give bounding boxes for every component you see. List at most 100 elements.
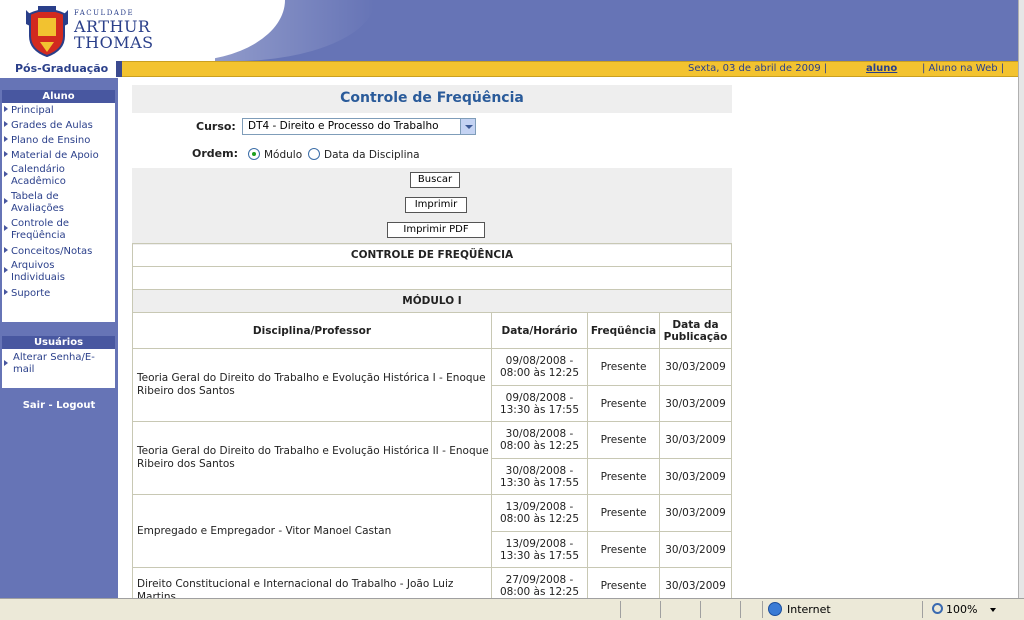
arrow-icon	[4, 225, 8, 231]
imprimir-pdf-button[interactable]: Imprimir PDF	[387, 222, 485, 238]
zoom-level[interactable]: 100%	[946, 603, 977, 616]
session-time: 08:00 às 12:25	[499, 586, 580, 598]
sidebar-item-material[interactable]: Material de Apoio	[2, 148, 115, 163]
published-cell: 30/03/2009	[659, 421, 732, 459]
table-row: Empregado e Empregador - Vitor Manoel Ca…	[132, 494, 732, 568]
discipline-cell: Teoria Geral do Direito do Trabalho e Ev…	[132, 348, 492, 422]
session-date: 27/09/2008 -	[505, 574, 574, 586]
datetime-cell: 13/09/2008 -08:00 às 12:25	[491, 494, 588, 532]
zoom-icon[interactable]	[932, 603, 943, 614]
crest-icon	[26, 6, 68, 58]
published-cell: 30/03/2009	[659, 385, 732, 422]
module-title: MÓDULO I	[132, 289, 732, 313]
usuarios-menu-header: Usuários	[2, 336, 115, 349]
radio-data-disciplina[interactable]	[308, 148, 320, 160]
curso-label: Curso:	[196, 120, 236, 133]
session-date: 09/08/2008 -	[505, 355, 574, 367]
sidebar-item-grades[interactable]: Grades de Aulas	[2, 118, 115, 133]
scrollbar[interactable]	[1018, 0, 1024, 598]
brand-subtitle: FACULDADE	[74, 9, 135, 17]
usuarios-menu: Usuários Alterar Senha/E-mail	[2, 336, 115, 388]
sidebar-item-label: Controle de Freqüência	[11, 218, 69, 241]
sidebar-item-conceitos[interactable]: Conceitos/Notas	[2, 244, 115, 259]
user-link[interactable]: aluno	[866, 62, 897, 76]
arrow-icon	[4, 198, 8, 204]
buscar-button[interactable]: Buscar	[410, 172, 460, 188]
table-header-row: Disciplina/Professor Data/Horário Freqüê…	[132, 312, 732, 349]
arrow-icon	[4, 171, 8, 177]
curso-select-value: DT4 - Direito e Processo do Trabalho	[248, 120, 439, 132]
arrow-icon	[4, 121, 8, 127]
col-header-frequency: Freqüência	[587, 312, 660, 349]
sidebar-item-calendario[interactable]: Calendário Acadêmico	[2, 163, 84, 190]
aluno-na-web-link[interactable]: | Aluno na Web |	[922, 62, 1004, 76]
frequency-cell: Presente	[587, 531, 660, 568]
table-row: Teoria Geral do Direito do Trabalho e Ev…	[132, 421, 732, 495]
sidebar: Aluno Principal Grades de Aulas Plano de…	[0, 78, 118, 598]
page-title: Controle de Freqüência	[340, 90, 524, 106]
arrow-icon	[4, 289, 8, 295]
arrow-icon	[4, 247, 8, 253]
session-date: 13/09/2008 -	[505, 537, 574, 550]
sidebar-item-arquivos[interactable]: Arquivos Individuais	[2, 259, 82, 286]
session-date: 09/08/2008 -	[505, 391, 574, 404]
arrow-icon	[4, 360, 8, 366]
sidebar-item-label: Principal	[11, 105, 54, 116]
browser-page: FACULDADE ARTHUR THOMAS Pós-Graduação Se…	[0, 0, 1024, 620]
curso-select[interactable]: DT4 - Direito e Processo do Trabalho	[242, 118, 476, 135]
section-tab[interactable]: Pós-Graduação	[0, 61, 118, 77]
arrow-icon	[4, 136, 8, 142]
frequency-cell: Presente	[587, 421, 660, 459]
brand-line-2: THOMAS	[74, 33, 154, 52]
published-cell: 30/03/2009	[659, 531, 732, 568]
chevron-down-icon[interactable]	[460, 119, 475, 134]
datetime-cell: 13/09/2008 -13:30 às 17:55	[491, 531, 588, 568]
session-time: 08:00 às 12:25	[499, 440, 580, 452]
brand-name: FACULDADE ARTHUR THOMAS	[74, 10, 154, 51]
sidebar-item-alterar-senha[interactable]: Alterar Senha/E-mail	[2, 349, 100, 376]
published-cell: 30/03/2009	[659, 494, 732, 532]
arrow-icon	[4, 106, 8, 112]
sidebar-item-label: Plano de Ensino	[11, 135, 91, 146]
frequency-cell: Presente	[587, 494, 660, 532]
col-header-published: Data da Publicação	[659, 312, 732, 349]
aluno-menu-header: Aluno	[2, 90, 115, 103]
session-date: 30/08/2008 -	[505, 464, 574, 477]
datetime-cell: 30/08/2008 -08:00 às 12:25	[491, 421, 588, 459]
radio-data-disciplina-label: Data da Disciplina	[324, 149, 420, 161]
sidebar-item-plano[interactable]: Plano de Ensino	[2, 133, 115, 148]
radio-modulo-label: Módulo	[264, 149, 303, 161]
discipline-cell: Teoria Geral do Direito do Trabalho e Ev…	[132, 421, 492, 495]
radio-modulo[interactable]	[248, 148, 260, 160]
sidebar-item-avaliacoes[interactable]: Tabela de Avaliações	[2, 190, 80, 217]
current-date: Sexta, 03 de abril de 2009 |	[688, 63, 828, 74]
chevron-down-icon[interactable]	[990, 608, 996, 612]
logout-link[interactable]: Sair - Logout	[0, 400, 118, 411]
datetime-cell: 09/08/2008 -08:00 às 12:25	[491, 348, 588, 386]
published-cell: 30/03/2009	[659, 458, 732, 495]
session-time: 08:00 às 12:25	[499, 367, 580, 379]
security-zone: Internet	[787, 603, 831, 616]
frequency-cell: Presente	[587, 458, 660, 495]
status-divider	[660, 601, 661, 618]
sidebar-item-label: Suporte	[11, 288, 51, 299]
published-cell: 30/03/2009	[659, 348, 732, 386]
sidebar-item-suporte[interactable]: Suporte	[2, 286, 115, 301]
sidebar-item-frequencia[interactable]: Controle de Freqüência	[2, 217, 86, 244]
datetime-cell: 09/08/2008 -13:30 às 17:55	[491, 385, 588, 422]
sidebar-item-principal[interactable]: Principal	[2, 103, 115, 118]
aluno-menu: Aluno Principal Grades de Aulas Plano de…	[2, 90, 115, 322]
arrow-icon	[4, 267, 8, 273]
status-divider	[740, 601, 741, 618]
status-bar	[0, 598, 1024, 620]
session-time: 13:30 às 17:55	[499, 549, 580, 562]
imprimir-button[interactable]: Imprimir	[405, 197, 467, 213]
sidebar-item-label: Material de Apoio	[11, 150, 99, 161]
sidebar-item-label: Arquivos Individuais	[11, 260, 65, 283]
sidebar-item-label: Grades de Aulas	[11, 120, 93, 131]
frequency-cell: Presente	[587, 385, 660, 422]
status-divider	[922, 601, 923, 618]
datetime-cell: 30/08/2008 -13:30 às 17:55	[491, 458, 588, 495]
sidebar-item-label: Alterar Senha/E-mail	[13, 352, 95, 375]
col-header-datetime: Data/Horário	[491, 312, 588, 349]
